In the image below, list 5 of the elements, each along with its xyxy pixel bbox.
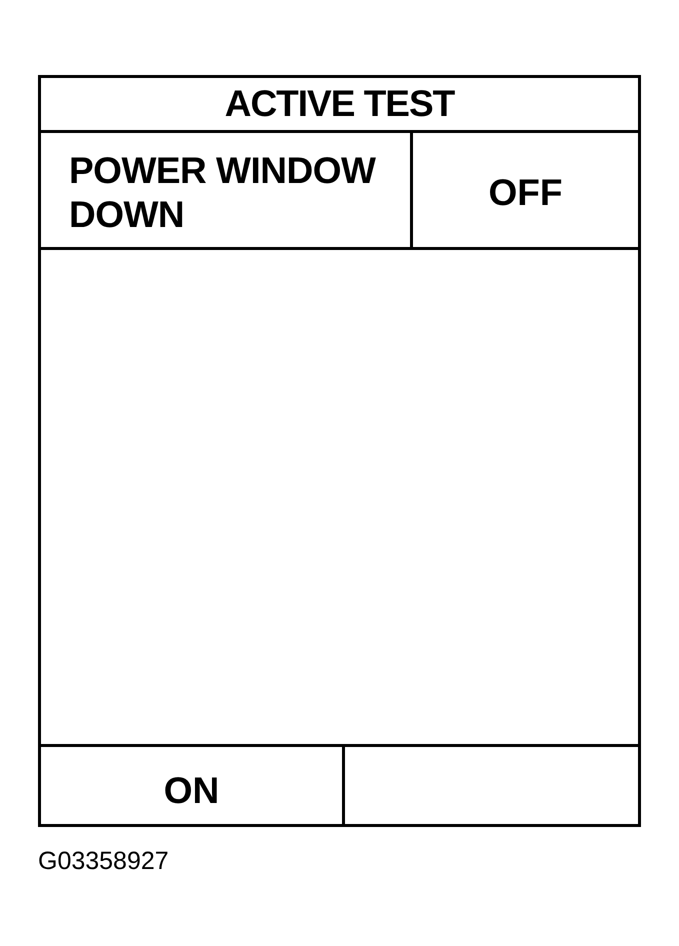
test-item-label: POWER WINDOW DOWN xyxy=(69,149,377,237)
softkey-label: ON xyxy=(164,770,220,810)
screen-title: ACTIVE TEST xyxy=(224,84,454,124)
test-item-value: OFF xyxy=(488,173,562,213)
figure-id: G03358927 xyxy=(38,847,169,876)
